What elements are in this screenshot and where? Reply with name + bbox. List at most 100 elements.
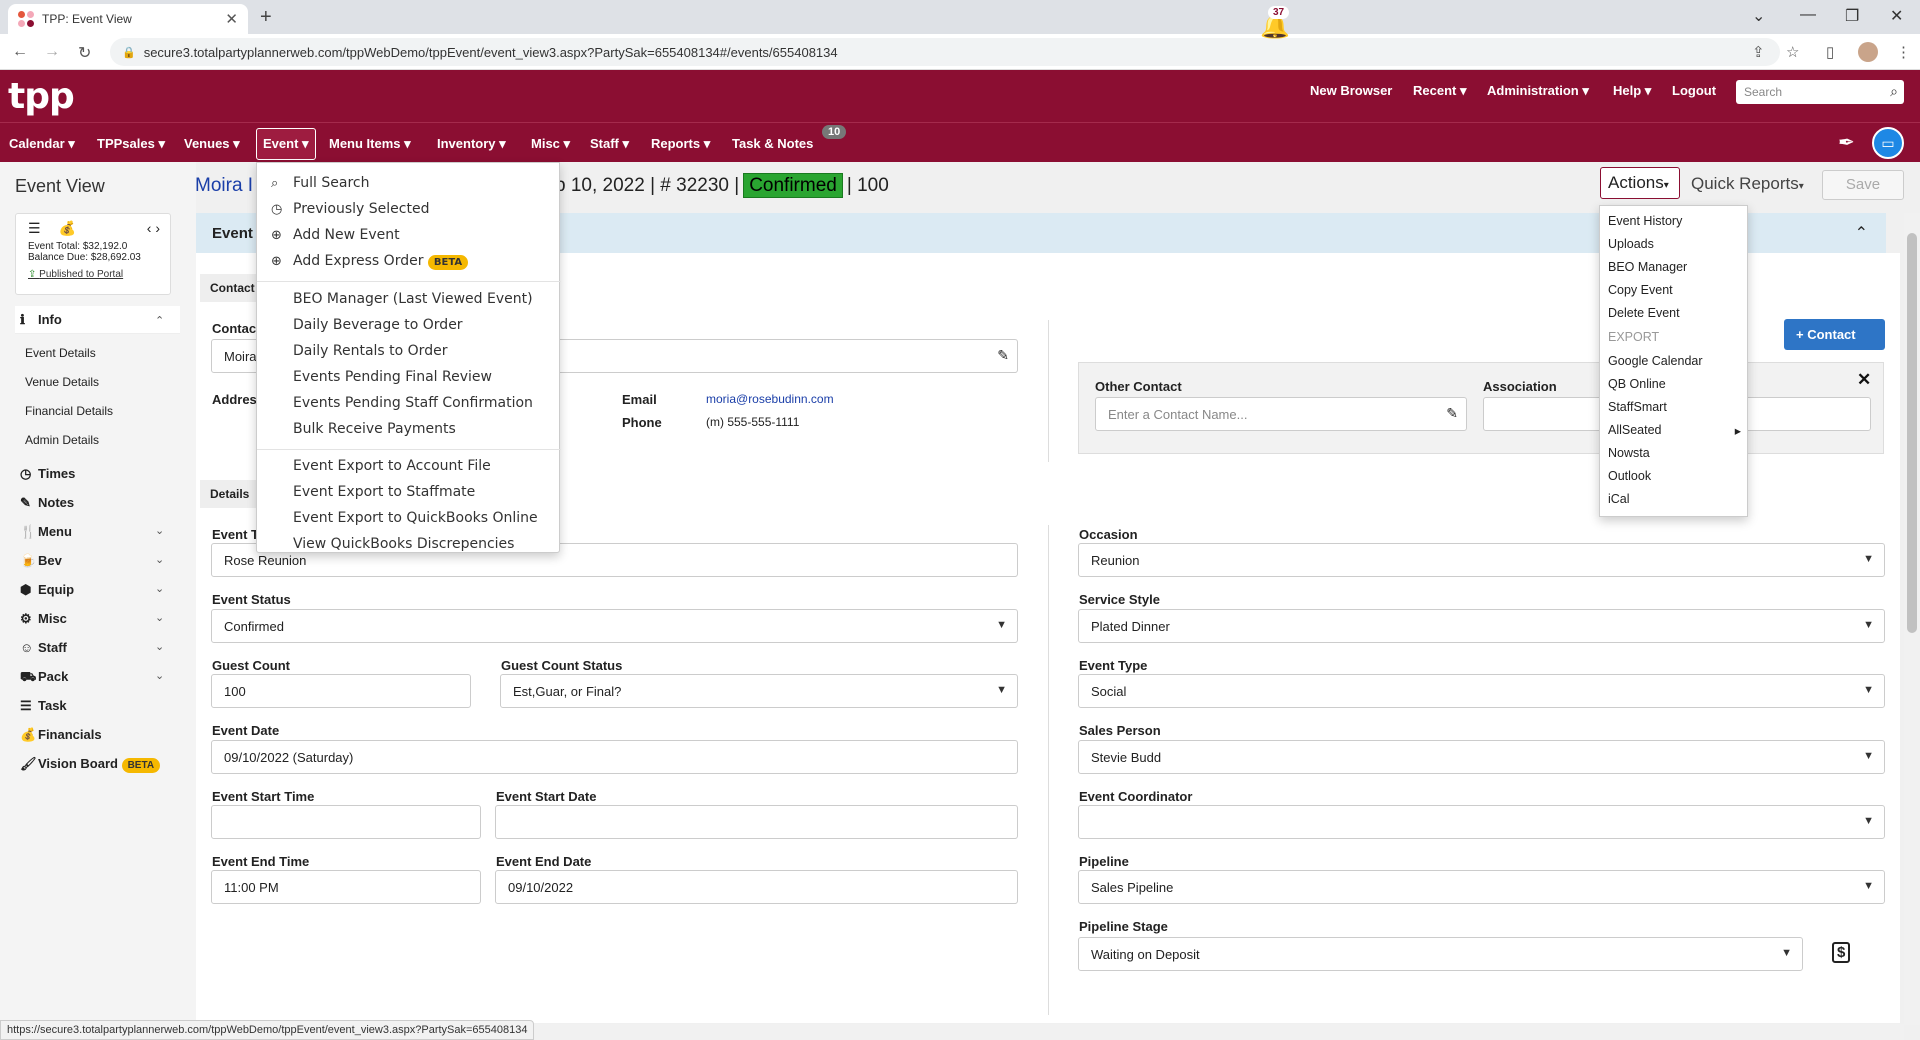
signature-pen-icon[interactable]: ✒ — [1838, 130, 1855, 155]
sidebar-item-info[interactable]: ℹ Info — [20, 312, 62, 328]
forward-icon[interactable]: → — [44, 43, 60, 61]
menu-item-daily-rentals[interactable]: Daily Rentals to Order — [293, 343, 447, 359]
administration-menu[interactable]: Administration ▾ — [1487, 83, 1589, 99]
sidebar-item-equip[interactable]: ⬢ Equip — [20, 582, 74, 598]
service-style-select[interactable]: Plated Dinner ▼ — [1078, 609, 1885, 643]
sidebar-item-times[interactable]: ◷ Times — [20, 466, 75, 482]
restore-icon[interactable]: ❐ — [1845, 6, 1859, 26]
sidebar-item-vision-board[interactable]: 🖌Vision Board BETA — [20, 756, 161, 773]
menu-event[interactable]: Event ▾ — [256, 128, 316, 160]
chat-icon[interactable]: ▭ — [1872, 127, 1904, 159]
menu-inventory[interactable]: Inventory ▾ — [431, 133, 512, 155]
chevron-down-icon[interactable]: ⌄ — [155, 669, 164, 682]
pipeline-stage-select[interactable]: Waiting on Deposit ▼ — [1078, 937, 1803, 971]
action-qb-online[interactable]: QB Online — [1608, 377, 1666, 391]
menu-item-pending-final-review[interactable]: Events Pending Final Review — [293, 369, 492, 385]
menu-item-export-quickbooks[interactable]: Event Export to QuickBooks Online — [293, 510, 538, 526]
global-search-input[interactable]: Search ⌕ — [1736, 80, 1904, 104]
new-browser-link[interactable]: New Browser — [1310, 83, 1392, 98]
pipeline-select[interactable]: Sales Pipeline ▼ — [1078, 870, 1885, 904]
event-end-time-input[interactable]: 11:00 PM — [211, 870, 481, 904]
help-menu[interactable]: Help ▾ — [1613, 83, 1651, 99]
menu-item-export-staffmate[interactable]: Event Export to Staffmate — [293, 484, 475, 500]
event-start-time-input[interactable] — [211, 805, 481, 839]
sidebar-item-menu[interactable]: 🍴 Menu — [20, 524, 72, 540]
pencil-icon[interactable]: ✎ — [997, 347, 1009, 364]
prev-next-arrows-icon[interactable]: ‹ › — [147, 220, 160, 236]
event-type-select[interactable]: Social ▼ — [1078, 674, 1885, 708]
event-end-date-input[interactable]: 09/10/2022 — [495, 870, 1018, 904]
vertical-scrollbar[interactable] — [1904, 213, 1920, 1025]
chevron-up-icon[interactable]: ⌃ — [155, 314, 164, 327]
tpp-logo[interactable]: tpp — [8, 76, 75, 117]
menu-item-full-search[interactable]: ⌕ Full Search — [271, 175, 370, 191]
tab-close-icon[interactable]: ✕ — [225, 10, 238, 28]
sidebar-sub-financial-details[interactable]: Financial Details — [25, 404, 113, 418]
action-beo-manager[interactable]: BEO Manager — [1608, 260, 1687, 274]
event-status-select[interactable]: Confirmed ▼ — [211, 609, 1018, 643]
save-button[interactable]: Save — [1822, 170, 1904, 200]
quick-reports-button[interactable]: Quick Reports▾ — [1691, 174, 1804, 194]
action-allseated[interactable]: AllSeated ▸ — [1608, 423, 1741, 438]
action-copy-event[interactable]: Copy Event — [1608, 283, 1673, 297]
menu-venues[interactable]: Venues ▾ — [178, 133, 246, 155]
email-link[interactable]: moria@rosebudinn.com — [706, 392, 834, 406]
sidebar-item-notes[interactable]: ✎ Notes — [20, 495, 74, 511]
reload-icon[interactable]: ↻ — [78, 43, 91, 63]
recent-menu[interactable]: Recent ▾ — [1413, 83, 1467, 99]
event-start-date-input[interactable] — [495, 805, 1018, 839]
browser-menu-icon[interactable]: ⋮ — [1896, 43, 1911, 61]
chevron-down-icon[interactable]: ⌄ — [155, 553, 164, 566]
menu-item-add-new-event[interactable]: ⊕ Add New Event — [271, 227, 400, 243]
window-close-icon[interactable]: ✕ — [1890, 6, 1903, 26]
published-to-portal-link[interactable]: ⇪ Published to Portal — [28, 269, 158, 280]
action-delete-event[interactable]: Delete Event — [1608, 306, 1680, 320]
pencil-icon[interactable]: ✎ — [1446, 405, 1458, 422]
search-icon[interactable]: ⌕ — [1890, 83, 1898, 100]
menu-calendar[interactable]: Calendar ▾ — [3, 133, 81, 155]
menu-item-previously-selected[interactable]: ◷ Previously Selected — [271, 201, 429, 217]
menu-misc[interactable]: Misc ▾ — [525, 133, 576, 155]
menu-item-bulk-receive-payments[interactable]: Bulk Receive Payments — [293, 421, 456, 437]
other-contact-input[interactable]: Enter a Contact Name... ✎ — [1095, 397, 1467, 431]
action-nowsta[interactable]: Nowsta — [1608, 446, 1650, 460]
menu-menu-items[interactable]: Menu Items ▾ — [323, 133, 417, 155]
chevron-down-icon[interactable]: ⌄ — [155, 611, 164, 624]
sidebar-item-financials[interactable]: 💰 Financials — [20, 727, 102, 743]
sales-person-select[interactable]: Stevie Budd ▼ — [1078, 740, 1885, 774]
sidebar-item-bev[interactable]: 🍺 Bev — [20, 553, 62, 569]
logout-link[interactable]: Logout — [1672, 83, 1716, 98]
share-icon[interactable]: ⇪ — [1752, 43, 1765, 61]
actions-button[interactable]: Actions▾ — [1600, 167, 1680, 199]
minimize-icon[interactable]: — — [1800, 6, 1816, 24]
menu-item-add-express-order[interactable]: ⊕ Add Express Order BETA — [271, 253, 469, 270]
event-contact-name[interactable]: Moira I — [195, 175, 253, 197]
event-coordinator-select[interactable]: ▼ — [1078, 805, 1885, 839]
chevron-down-icon[interactable]: ⌄ — [155, 524, 164, 537]
action-outlook[interactable]: Outlook — [1608, 469, 1651, 483]
sidebar-item-pack[interactable]: ⛟ Pack — [20, 669, 68, 687]
sidebar-sub-admin-details[interactable]: Admin Details — [25, 433, 99, 447]
url-field[interactable]: 🔒 secure3.totalpartyplannerweb.com/tppWe… — [110, 38, 1780, 66]
action-google-calendar[interactable]: Google Calendar — [1608, 354, 1703, 368]
close-icon[interactable]: ✕ — [1857, 370, 1871, 390]
menu-item-pending-staff-confirmation[interactable]: Events Pending Staff Confirmation — [293, 395, 533, 411]
chevron-down-icon[interactable]: ⌄ — [155, 582, 164, 595]
chevron-down-icon[interactable]: ⌄ — [155, 640, 164, 653]
sidebar-sub-venue-details[interactable]: Venue Details — [25, 375, 99, 389]
sidebar-sub-event-details[interactable]: Event Details — [25, 346, 96, 360]
menu-item-beo-manager[interactable]: BEO Manager (Last Viewed Event) — [293, 291, 533, 307]
menu-task-notes[interactable]: Task & Notes — [726, 133, 819, 154]
money-bag-icon[interactable]: 💰 — [59, 220, 76, 237]
back-icon[interactable]: ← — [12, 43, 28, 61]
menu-item-daily-beverage[interactable]: Daily Beverage to Order — [293, 317, 463, 333]
event-date-input[interactable]: 09/10/2022 (Saturday) — [211, 740, 1018, 774]
menu-reports[interactable]: Reports ▾ — [645, 133, 716, 155]
profile-avatar[interactable] — [1858, 42, 1878, 62]
action-staffsmart[interactable]: StaffSmart — [1608, 400, 1667, 414]
scrollbar-thumb[interactable] — [1907, 233, 1917, 633]
action-ical[interactable]: iCal — [1608, 492, 1630, 506]
menu-item-export-account-file[interactable]: Event Export to Account File — [293, 458, 491, 474]
action-event-history[interactable]: Event History — [1608, 214, 1682, 228]
bookmark-star-icon[interactable]: ☆ — [1786, 43, 1799, 61]
